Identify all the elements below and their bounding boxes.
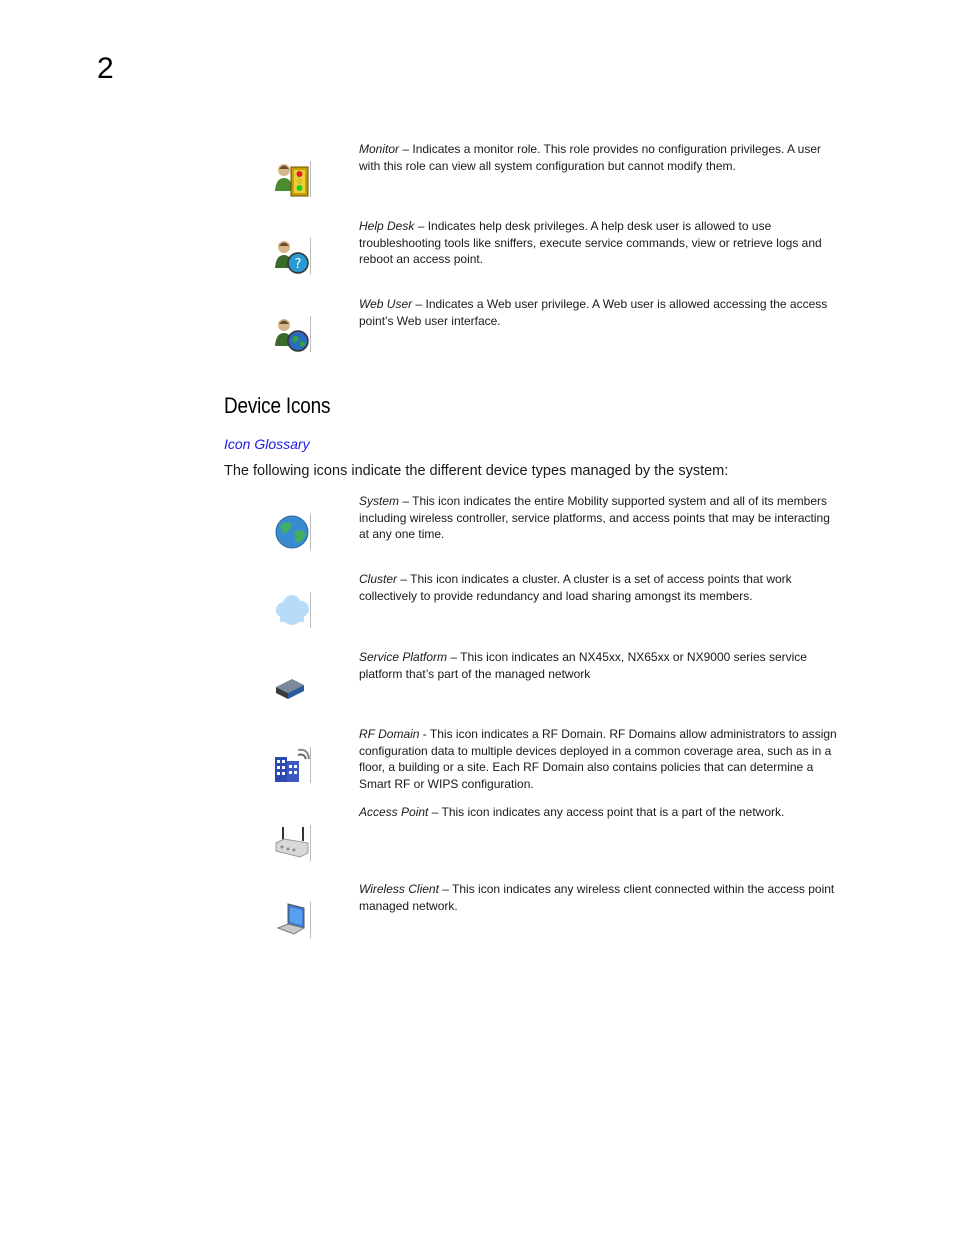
role-description: Web User – Indicates a Web user privileg… — [359, 297, 828, 328]
device-name: RF Domain — [359, 727, 420, 741]
chapter-number: 2 — [97, 52, 114, 85]
section-intro: The following icons indicate the differe… — [224, 463, 729, 479]
wireless-client-laptop-icon — [274, 902, 311, 938]
role-description: Help Desk – Indicates help desk privileg… — [359, 219, 822, 266]
role-name: Monitor — [359, 142, 400, 156]
device-name: Cluster — [359, 572, 398, 586]
help-desk-role-icon: ? — [274, 238, 311, 274]
monitor-role-icon — [274, 161, 311, 197]
role-name: Help Desk — [359, 219, 415, 233]
rf-domain-building-icon — [274, 747, 311, 783]
role-name: Web User — [359, 297, 413, 311]
access-point-icon — [274, 825, 311, 861]
device-name: Service Platform — [359, 650, 448, 664]
system-globe-icon — [274, 514, 311, 550]
device-description: System – This icon indicates the entire … — [359, 494, 830, 541]
device-description: Wireless Client – This icon indicates an… — [359, 882, 835, 913]
device-name: Access Point — [359, 805, 429, 819]
device-name: System — [359, 494, 400, 508]
web-user-role-icon — [274, 316, 311, 352]
service-platform-icon — [274, 669, 310, 705]
role-description: Monitor – Indicates a monitor role. This… — [359, 142, 822, 173]
device-description: Access Point – This icon indicates any a… — [359, 805, 785, 819]
cluster-cloud-icon — [274, 592, 311, 628]
device-name: Wireless Client — [359, 882, 439, 896]
section-heading: Device Icons — [224, 393, 331, 418]
svg-text:?: ? — [295, 257, 302, 272]
device-description: RF Domain - This icon indicates a RF Dom… — [359, 727, 837, 791]
device-description: Service Platform – This icon indicates a… — [359, 650, 807, 681]
icon-glossary-link[interactable]: Icon Glossary — [224, 436, 310, 452]
device-description: Cluster – This icon indicates a cluster.… — [359, 572, 792, 603]
